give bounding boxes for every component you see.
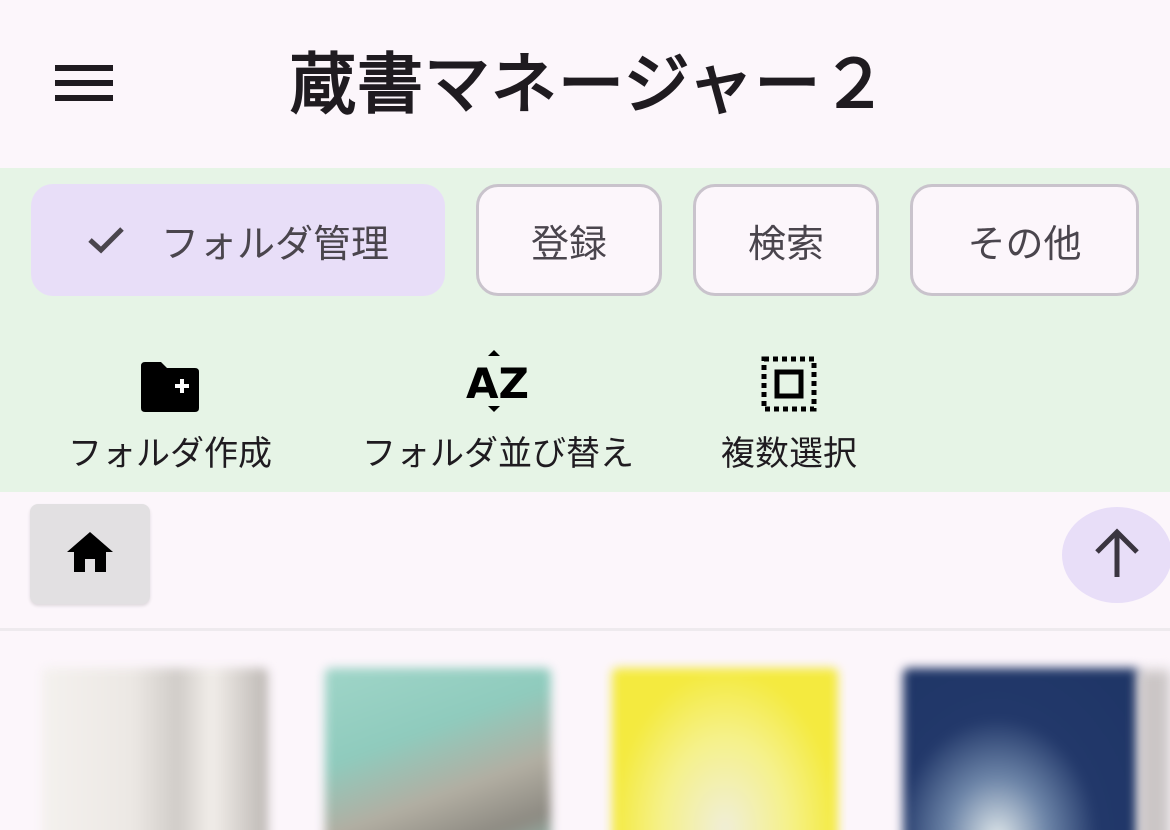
book-cover[interactable] — [612, 668, 838, 830]
create-folder-button[interactable]: フォルダ作成 — [58, 348, 282, 475]
tab-label: フォルダ管理 — [160, 221, 389, 266]
tab-other[interactable]: その他 — [910, 184, 1139, 296]
tool-panel: フォルダ管理 登録 検索 その他 フォルダ作成 AZ フォルダ並び替え 複数選択 — [0, 168, 1170, 492]
app-bar: 蔵書マネージャー２ — [0, 0, 1170, 168]
menu-button[interactable] — [40, 50, 128, 120]
tab-folder-management[interactable]: フォルダ管理 — [31, 184, 445, 296]
home-button[interactable] — [30, 504, 150, 604]
tab-label: その他 — [967, 221, 1082, 266]
sort-folders-label: フォルダ並び替え — [362, 434, 634, 474]
check-icon — [87, 225, 125, 255]
tab-label: 登録 — [530, 221, 607, 266]
multi-select-label: 複数選択 — [721, 434, 857, 474]
go-up-button[interactable] — [1062, 507, 1170, 603]
sort-folders-button[interactable]: AZ フォルダ並び替え — [350, 348, 646, 475]
select-all-icon — [761, 348, 817, 412]
home-icon — [65, 530, 115, 578]
book-cover-partial[interactable] — [1138, 670, 1170, 830]
svg-text:AZ: AZ — [466, 359, 529, 408]
app-title: 蔵書マネージャー２ — [290, 46, 889, 123]
hamburger-menu-icon — [55, 63, 113, 107]
tab-search[interactable]: 検索 — [693, 184, 879, 296]
divider — [0, 628, 1170, 631]
book-cover[interactable] — [903, 668, 1139, 830]
multi-select-button[interactable]: 複数選択 — [710, 348, 868, 475]
book-grid — [0, 640, 1170, 830]
book-cover[interactable] — [42, 668, 268, 830]
sort-az-icon: AZ — [466, 348, 530, 412]
book-cover[interactable] — [325, 668, 551, 830]
tab-label: 検索 — [747, 221, 824, 266]
create-folder-icon — [139, 348, 201, 412]
arrow-up-icon — [1091, 527, 1143, 583]
tab-register[interactable]: 登録 — [476, 184, 662, 296]
create-folder-label: フォルダ作成 — [68, 434, 272, 474]
